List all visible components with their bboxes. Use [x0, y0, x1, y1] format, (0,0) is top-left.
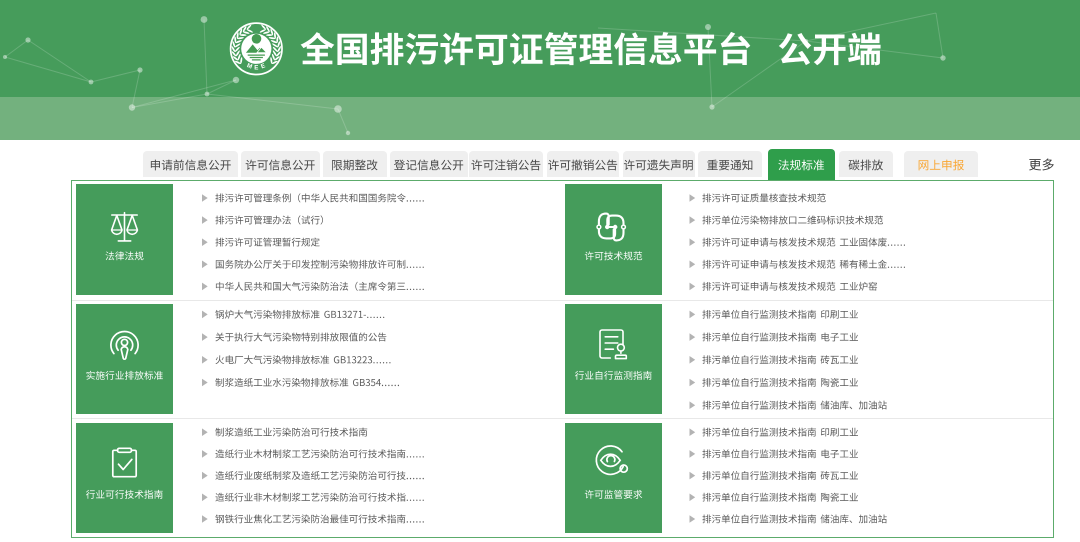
svg-text:E: E: [254, 65, 258, 72]
svg-text:E: E: [260, 62, 266, 70]
svg-text:M: M: [246, 62, 253, 70]
